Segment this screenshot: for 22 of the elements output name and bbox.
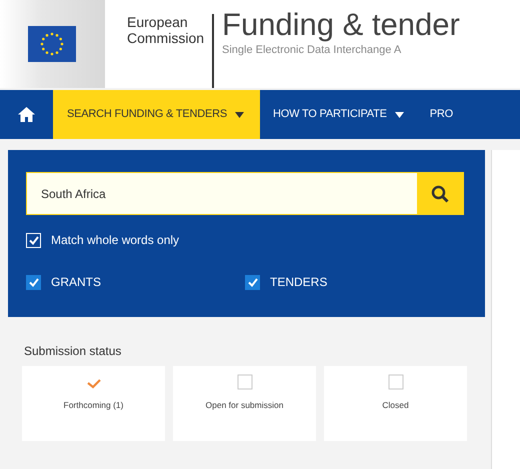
status-option[interactable]: Forthcoming (1) [22, 366, 165, 441]
site-subtitle: Single Electronic Data Interchange A [222, 43, 402, 58]
organization-name: Commission [127, 30, 204, 46]
eu-flag-icon [28, 26, 76, 62]
checkbox[interactable]: Match whole words only [26, 231, 464, 249]
nav-menu-item[interactable]: HOW TO PARTICIPATE [260, 90, 417, 139]
checkmark-icon [28, 278, 38, 286]
site-title: Funding & tender [222, 8, 460, 42]
checkbox[interactable]: GRANTS [26, 273, 245, 291]
search-button[interactable] [417, 173, 463, 214]
search-field[interactable]: South Africa [26, 172, 464, 215]
home-icon [18, 107, 35, 122]
checkbox[interactable]: TENDERS [245, 273, 464, 291]
status-option[interactable]: Open for submission [173, 366, 316, 441]
checkmark-icon [248, 278, 258, 286]
nav-menu-item[interactable]: PRO [416, 90, 466, 139]
organization-name: European [127, 14, 189, 30]
search-icon [431, 184, 449, 202]
nav-menu-item[interactable]: SEARCH FUNDING & TENDERS [53, 90, 260, 139]
status-option[interactable]: Closed [324, 366, 467, 441]
checkmark-icon [28, 236, 38, 244]
section-title: Submission status [24, 343, 122, 360]
